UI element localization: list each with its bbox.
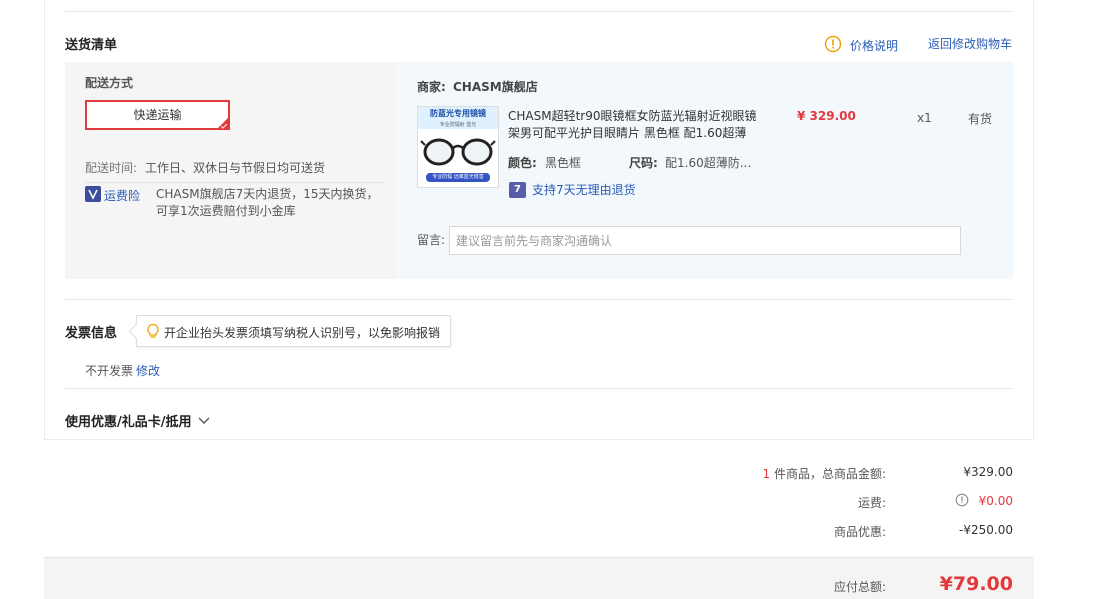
invoice-tooltip-text: 开企业抬头发票须填写纳税人识别号，以免影响报销 <box>164 326 441 340</box>
discount-divider <box>65 388 1013 389</box>
shipping-method-label: 配送方式 <box>85 76 134 90</box>
shipping-fee-value: ¥0.00 <box>978 494 1013 508</box>
merchant-name[interactable]: CHASM旗舰店 <box>453 78 538 95</box>
thumb-footer: 专业防辐 远离蓝光侵害 <box>426 173 490 182</box>
chevron-down-icon <box>198 417 209 424</box>
insurance-line-1: CHASM旗舰店7天内退货，15天内换货， <box>156 187 379 201</box>
item-total-value: ¥329.00 <box>963 465 1013 479</box>
delivery-time-value: 工作日、双休日与节假日均可送货 <box>145 161 326 175</box>
note-input[interactable] <box>449 226 961 255</box>
invoice-edit-link[interactable]: 修改 <box>136 362 160 379</box>
insurance-icon <box>85 186 101 202</box>
shipping-option-label: 快递运输 <box>133 108 182 122</box>
shipping-divider <box>85 182 385 183</box>
payable-value: ¥79.00 <box>939 573 1013 595</box>
item-total-label: 1 件商品，总商品金额: <box>600 465 886 482</box>
warning-icon[interactable] <box>824 35 842 53</box>
insurance-description: CHASM旗舰店7天内退货，15天内换货， 可享1次运费赔付到小金库 <box>156 186 379 220</box>
note-label: 留言: <box>417 233 446 247</box>
product-qty: x1 <box>917 111 932 125</box>
insurance-line-2: 可享1次运费赔付到小金库 <box>156 204 296 218</box>
invoice-divider <box>65 299 1013 300</box>
product-title-line-2: 架男可配平光护目眼睛片 黑色框 配1.60超薄 <box>508 126 747 140</box>
product-thumbnail[interactable]: 防蓝光专用镜镜 专业防辐射 蓝光 专业防辐 远离蓝光侵害 <box>417 106 499 188</box>
discount-title: 使用优惠/礼品卡/抵用 <box>65 415 192 430</box>
price-note-link[interactable]: 价格说明 <box>850 37 898 54</box>
insurance-link[interactable]: 运费险 <box>104 187 140 204</box>
color-label: 颜色: <box>508 156 537 170</box>
product-title[interactable]: CHASM超轻tr90眼镜框女防蓝光辐射近视眼镜 架男可配平光护目眼睛片 黑色框… <box>508 108 757 142</box>
product-price: ¥ 329.00 <box>797 109 856 123</box>
return-policy-link[interactable]: 支持7天无理由退货 <box>532 181 636 198</box>
delivery-time-label: 配送时间: <box>85 161 138 175</box>
discount-toggle[interactable]: 使用优惠/礼品卡/抵用 <box>65 411 210 430</box>
item-count-suffix: 件商品，总商品金额: <box>773 467 886 481</box>
invoice-status: 不开发票 <box>85 364 134 378</box>
discount-amount-label: 商品优惠: <box>833 525 886 539</box>
top-divider <box>65 11 1013 12</box>
shipping-option-express[interactable]: 快递运输 <box>85 100 230 130</box>
product-title-line-1: CHASM超轻tr90眼镜框女防蓝光辐射近视眼镜 <box>508 109 757 123</box>
shipping-fee-label: 运费: <box>857 496 886 510</box>
merchant-label: 商家: <box>417 80 446 94</box>
discount-amount-value: -¥250.00 <box>959 523 1013 537</box>
item-count: 1 <box>762 467 771 481</box>
size-value: 配1.60超薄防... <box>665 156 752 170</box>
back-to-cart-link[interactable]: 返回修改购物车 <box>928 35 1012 52</box>
size-label: 尺码: <box>629 156 658 170</box>
glasses-icon <box>420 138 496 166</box>
stock-status: 有货 <box>968 112 993 126</box>
invoice-tooltip: 开企业抬头发票须填写纳税人识别号，以免影响报销 <box>136 315 451 347</box>
return-policy-icon: 7 <box>509 182 526 198</box>
delivery-list-title: 送货清单 <box>65 38 118 53</box>
color-value: 黑色框 <box>545 156 582 170</box>
lightbulb-icon <box>147 323 159 338</box>
invoice-title: 发票信息 <box>65 326 118 341</box>
payable-label: 应付总额: <box>833 580 886 594</box>
thumb-sub: 专业防辐射 蓝光 <box>439 122 477 128</box>
